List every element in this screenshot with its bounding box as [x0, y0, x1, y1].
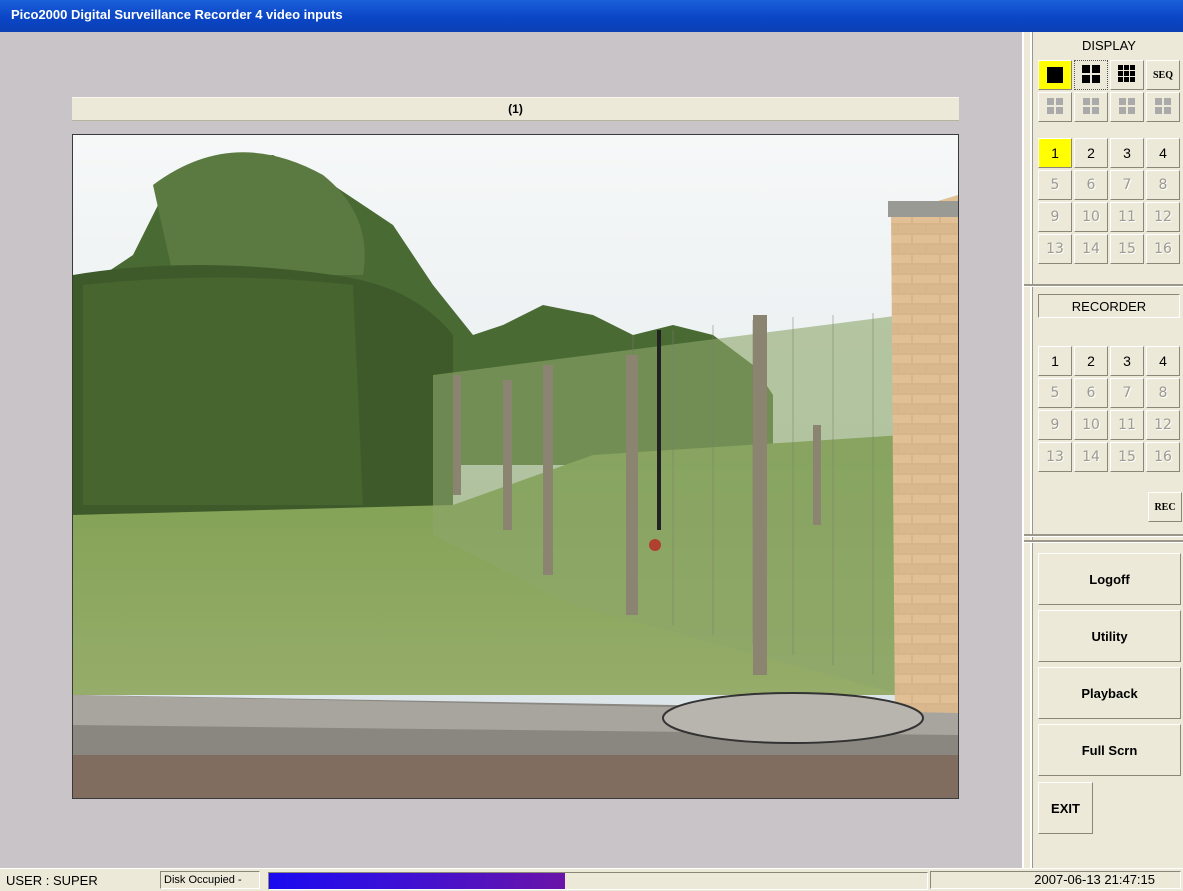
- rec-button[interactable]: REC: [1148, 492, 1182, 522]
- recorder-channel-14-button[interactable]: 14: [1074, 442, 1108, 472]
- recorder-channel-15-button[interactable]: 15: [1110, 442, 1144, 472]
- datetime-display: 2007-06-13 21:47:15: [930, 871, 1181, 889]
- display-heading: DISPLAY: [1038, 36, 1180, 56]
- display-channel-7-button[interactable]: 7: [1110, 170, 1144, 200]
- rec-row: REC: [1038, 492, 1182, 522]
- recorder-channel-12-button[interactable]: 12: [1146, 410, 1180, 440]
- recorder-channel-7-button[interactable]: 7: [1110, 378, 1144, 408]
- display-channel-8-button[interactable]: 8: [1146, 170, 1180, 200]
- recorder-channel-10-button[interactable]: 10: [1074, 410, 1108, 440]
- display-channel-grid: 1 2 3 4 5 6 7 8 9 10 11 12 13 14 15 16: [1038, 138, 1182, 264]
- section-divider: [1024, 540, 1183, 543]
- recorder-channel-16-button[interactable]: 16: [1146, 442, 1180, 472]
- camera-video-feed[interactable]: [72, 134, 959, 799]
- layout-option-button[interactable]: [1110, 92, 1144, 122]
- utility-button[interactable]: Utility: [1038, 610, 1181, 662]
- logoff-button[interactable]: Logoff: [1038, 553, 1181, 605]
- display-layout-grid: SEQ: [1038, 60, 1182, 122]
- camera-label: (1): [72, 97, 959, 121]
- display-channel-14-button[interactable]: 14: [1074, 234, 1108, 264]
- grid-layout-icon: [1155, 97, 1171, 117]
- recorder-channel-6-button[interactable]: 6: [1074, 378, 1108, 408]
- layout-option-button[interactable]: [1074, 92, 1108, 122]
- recorder-channel-grid: 1 2 3 4 5 6 7 8 9 10 11 12 13 14 15 16: [1038, 346, 1182, 472]
- full-screen-button[interactable]: Full Scrn: [1038, 724, 1181, 776]
- panel-divider: [1030, 32, 1033, 868]
- recorder-channel-13-button[interactable]: 13: [1038, 442, 1072, 472]
- grid-layout-icon: [1083, 97, 1099, 117]
- display-channel-3-button[interactable]: 3: [1110, 138, 1144, 168]
- display-channel-11-button[interactable]: 11: [1110, 202, 1144, 232]
- sequence-button[interactable]: SEQ: [1146, 60, 1180, 90]
- section-divider: [1024, 284, 1183, 287]
- single-square-icon: [1047, 67, 1063, 83]
- recorder-channel-11-button[interactable]: 11: [1110, 410, 1144, 440]
- recorder-channel-2-button[interactable]: 2: [1074, 346, 1108, 376]
- grid-layout-icon: [1047, 97, 1063, 117]
- disk-usage-fill: [269, 873, 566, 889]
- display-channel-5-button[interactable]: 5: [1038, 170, 1072, 200]
- recorder-channel-4-button[interactable]: 4: [1146, 346, 1180, 376]
- display-channel-16-button[interactable]: 16: [1146, 234, 1180, 264]
- recorder-channel-9-button[interactable]: 9: [1038, 410, 1072, 440]
- recorder-channel-1-button[interactable]: 1: [1038, 346, 1072, 376]
- control-panel: DISPLAY SEQ 1 2 3 4 5 6 7 8 9 10 11 12 13 14 15 16 RECO…: [1022, 32, 1183, 868]
- display-channel-15-button[interactable]: 15: [1110, 234, 1144, 264]
- layout-option-button[interactable]: [1146, 92, 1180, 122]
- recorder-channel-8-button[interactable]: 8: [1146, 378, 1180, 408]
- display-channel-2-button[interactable]: 2: [1074, 138, 1108, 168]
- display-channel-13-button[interactable]: 13: [1038, 234, 1072, 264]
- section-divider: [1024, 534, 1183, 537]
- quad-grid-icon: [1082, 64, 1100, 86]
- window-title: Pico2000 Digital Surveillance Recorder 4…: [0, 0, 1183, 32]
- display-channel-12-button[interactable]: 12: [1146, 202, 1180, 232]
- recorder-channel-3-button[interactable]: 3: [1110, 346, 1144, 376]
- single-view-button[interactable]: [1038, 60, 1072, 90]
- exit-button[interactable]: EXIT: [1038, 782, 1093, 834]
- playback-button[interactable]: Playback: [1038, 667, 1181, 719]
- display-channel-1-button[interactable]: 1: [1038, 138, 1072, 168]
- status-bar: USER : SUPER Disk Occupied - 2007-06-13 …: [0, 868, 1183, 891]
- nine-grid-icon: [1118, 64, 1136, 86]
- main-area: (1): [0, 32, 1022, 868]
- user-status: USER : SUPER: [6, 873, 98, 888]
- disk-usage-bar: [268, 872, 928, 890]
- recorder-heading: RECORDER: [1038, 294, 1180, 318]
- recorder-channel-5-button[interactable]: 5: [1038, 378, 1072, 408]
- display-channel-9-button[interactable]: 9: [1038, 202, 1072, 232]
- display-channel-10-button[interactable]: 10: [1074, 202, 1108, 232]
- display-channel-4-button[interactable]: 4: [1146, 138, 1180, 168]
- display-channel-6-button[interactable]: 6: [1074, 170, 1108, 200]
- disk-occupied-label: Disk Occupied -: [160, 871, 260, 889]
- grid-layout-icon: [1119, 97, 1135, 117]
- quad-view-button[interactable]: [1074, 60, 1108, 90]
- layout-option-button[interactable]: [1038, 92, 1072, 122]
- nine-view-button[interactable]: [1110, 60, 1144, 90]
